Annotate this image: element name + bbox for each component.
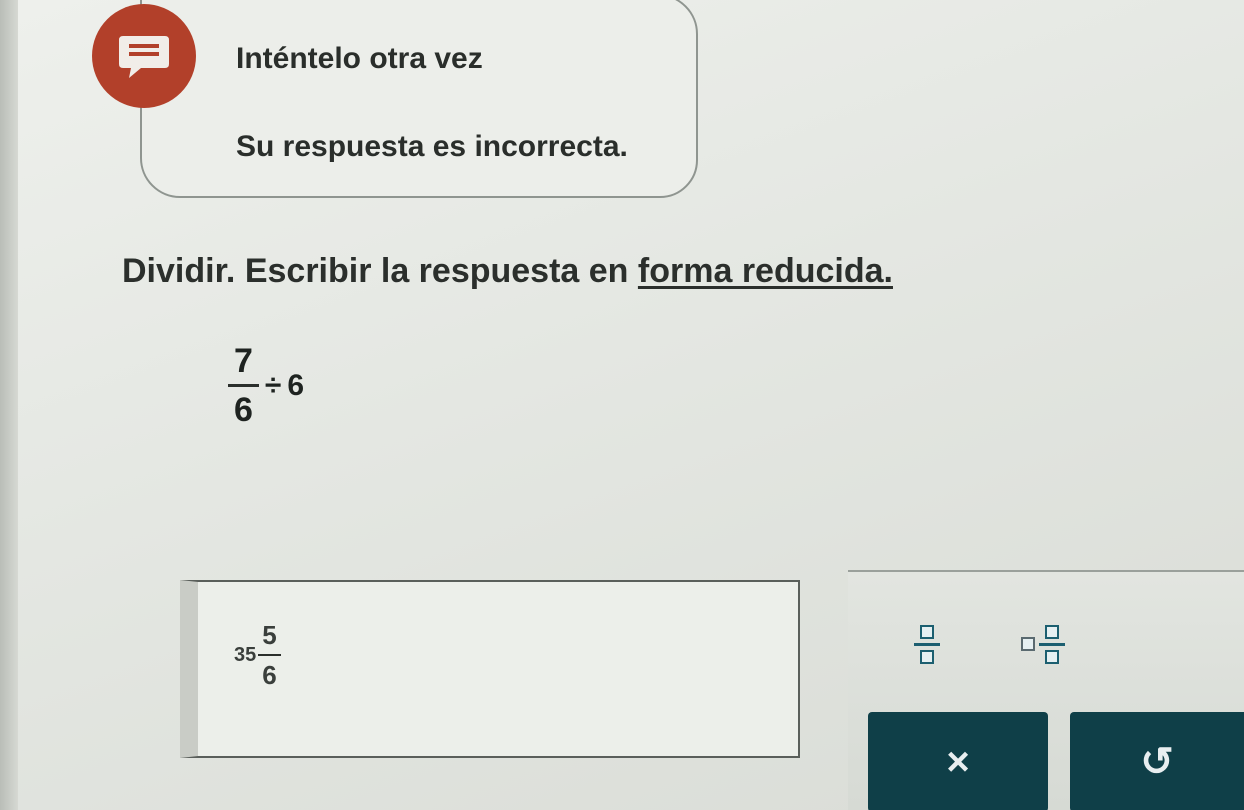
problem-numerator: 7 <box>234 342 253 380</box>
mixed-number-template-icon <box>1021 624 1065 664</box>
answer-whole: 35 <box>234 643 257 666</box>
feedback-title: Inténtelo otra vez <box>236 42 483 75</box>
problem-fraction: 7 6 <box>228 342 259 429</box>
problem-expression: 7 6 ÷ 6 <box>228 342 304 429</box>
feedback-bubble <box>140 0 698 198</box>
answer-numerator: 5 <box>262 620 277 650</box>
fraction-template-icon <box>914 624 940 664</box>
instruction: Dividir. Escribir la respuesta en forma … <box>122 252 893 291</box>
undo-button[interactable]: ↺ <box>1070 712 1244 810</box>
reduced-form-link[interactable]: forma reducida. <box>638 252 893 290</box>
fraction-bar <box>228 384 259 387</box>
clear-button[interactable]: × <box>868 712 1048 810</box>
left-edge-bar <box>0 0 18 810</box>
answer-expression[interactable]: 35 5 6 <box>234 620 281 690</box>
mixed-number-template-button[interactable] <box>998 604 1088 684</box>
instruction-text: Dividir. Escribir la respuesta en <box>122 252 638 290</box>
chat-bubble-icon <box>92 4 196 108</box>
division-operator: ÷ <box>264 368 282 402</box>
problem-divisor: 6 <box>287 368 305 402</box>
answer-fraction: 5 6 <box>258 620 281 690</box>
fraction-bar <box>258 654 281 656</box>
math-keypad: × ↺ <box>848 570 1244 810</box>
fraction-template-button[interactable] <box>882 604 972 684</box>
feedback-message: Su respuesta es incorrecta. <box>236 130 628 163</box>
problem-denominator: 6 <box>234 391 253 429</box>
answer-input[interactable]: 35 5 6 <box>180 580 800 758</box>
answer-denominator: 6 <box>262 660 277 690</box>
